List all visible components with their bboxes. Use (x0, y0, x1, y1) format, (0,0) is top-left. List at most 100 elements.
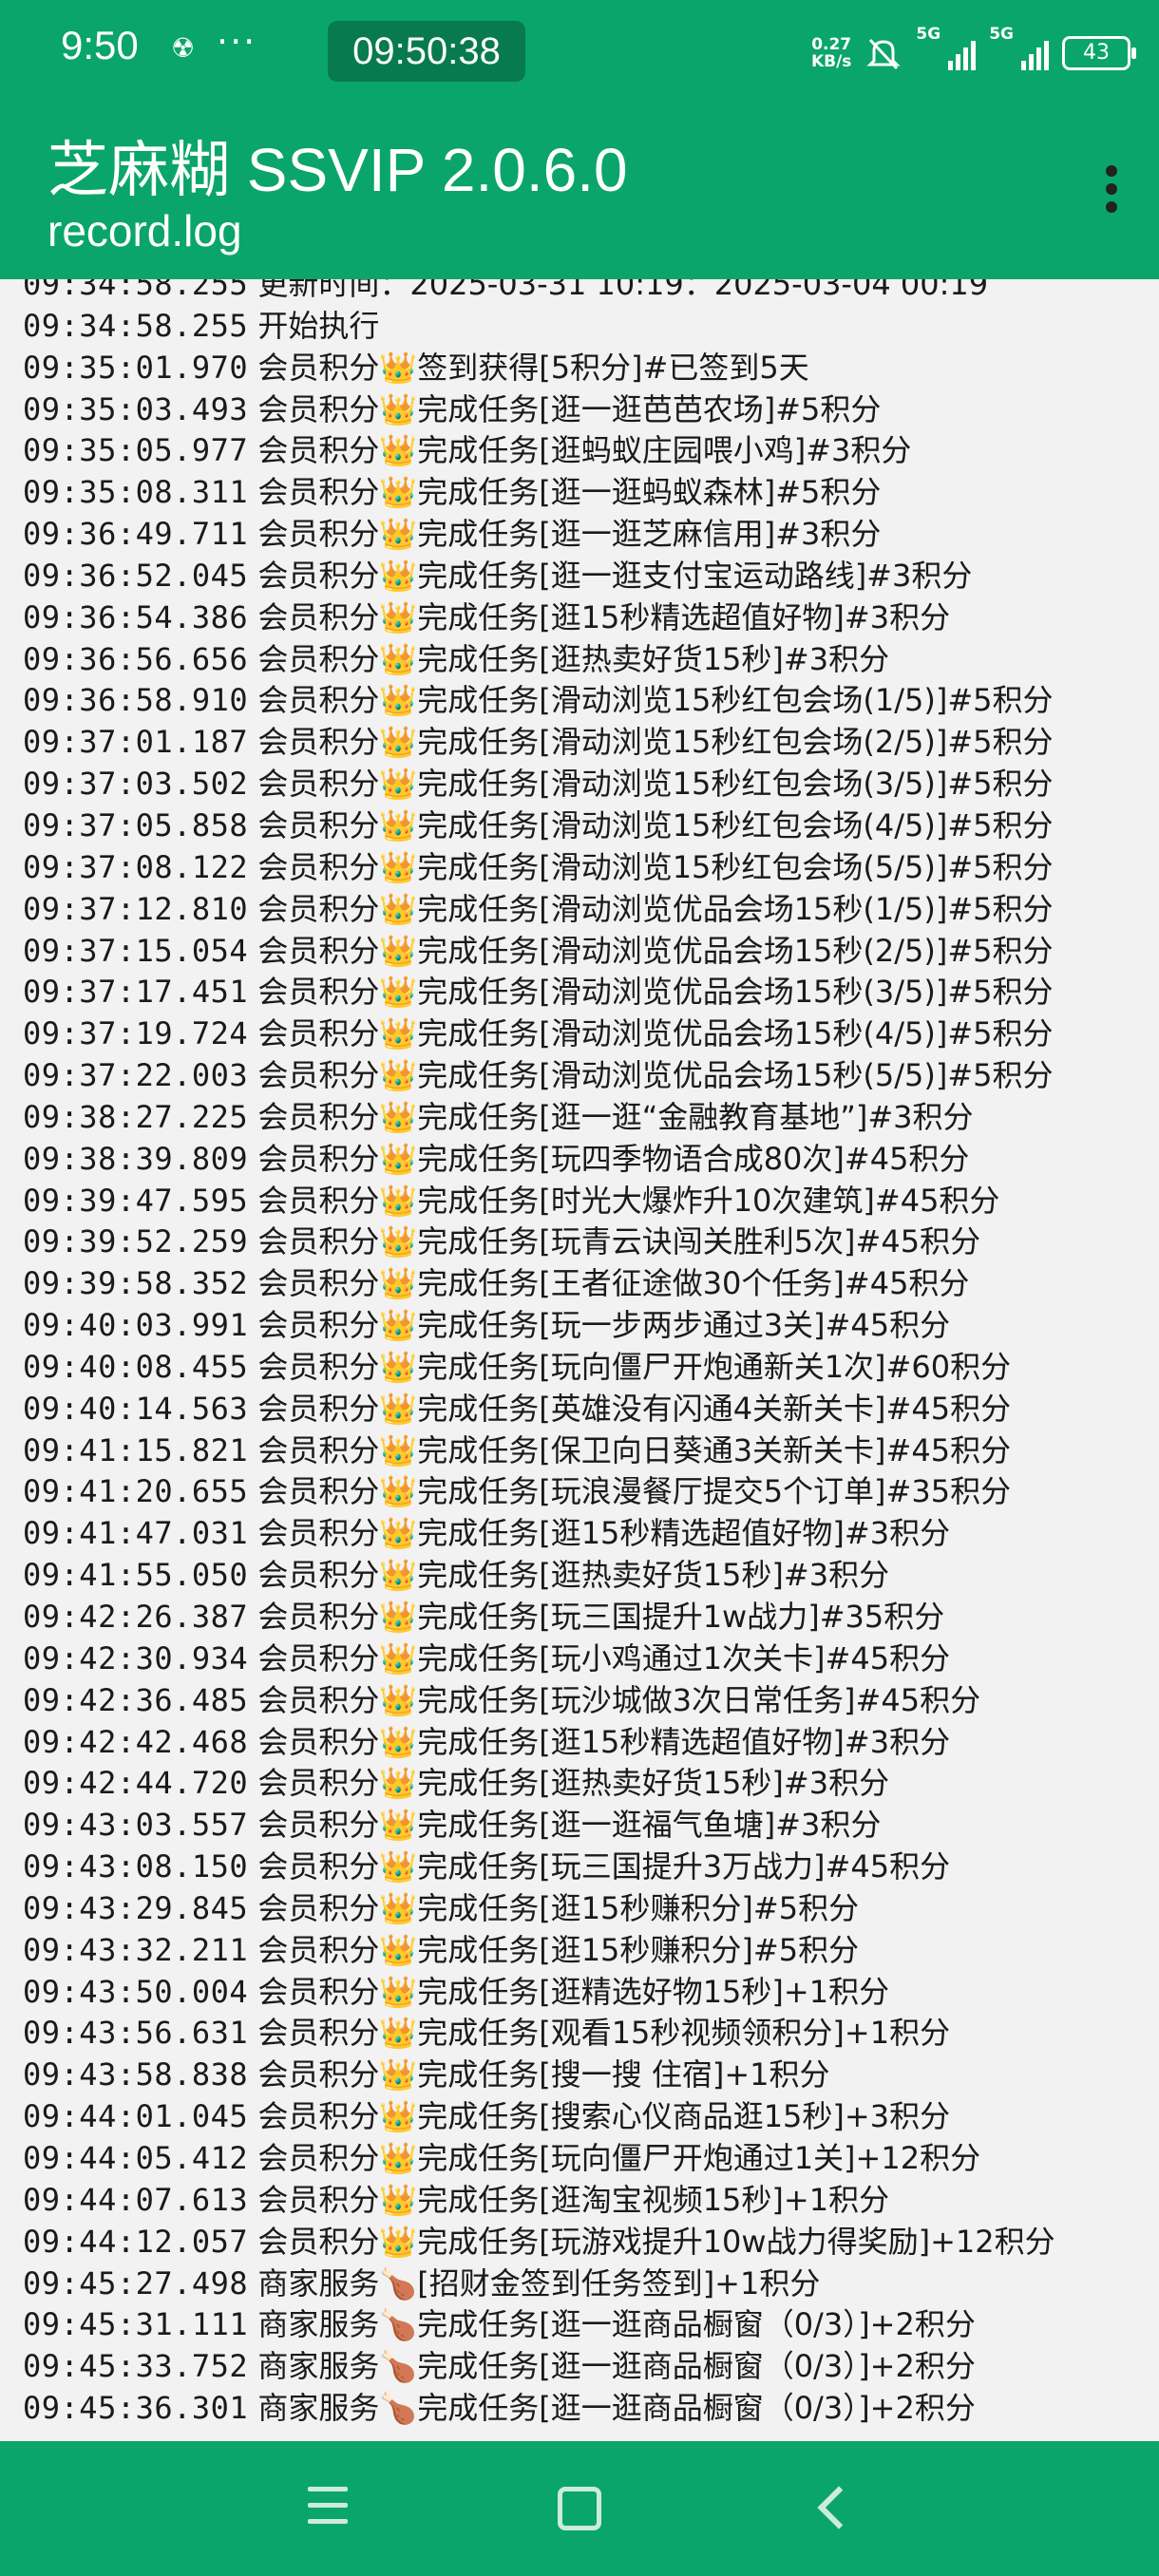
log-line: 09:39:52.259 会员积分👑完成任务[玩青云诀闯关胜利5次]#45积分 (23, 1222, 1055, 1263)
log-line: 09:45:27.498 商家服务🍗[招财金签到任务签到]+1积分 (23, 2263, 1055, 2305)
log-message: 会员积分👑完成任务[时光大爆炸升10次建筑]#45积分 (257, 1182, 1000, 1219)
log-message: 会员积分👑完成任务[逛15秒精选超值好物]#3积分 (257, 598, 951, 635)
log-line: 09:37:05.858 会员积分👑完成任务[滑动浏览15秒红包会场(4/5)]… (23, 805, 1055, 847)
battery-icon: 43 (1062, 36, 1136, 70)
log-view[interactable]: 09:34:58.255 更新时间：2025-03-31 10:19：2025-… (0, 279, 1159, 2441)
log-line: 09:36:56.656 会员积分👑完成任务[逛热卖好货15秒]#3积分 (23, 639, 1055, 681)
log-timestamp: 09:43:03.557 (23, 1807, 249, 1844)
log-message: 会员积分👑完成任务[滑动浏览15秒红包会场(1/5)]#5积分 (257, 682, 1054, 719)
log-list: 09:34:58.255 更新时间：2025-03-31 10:19：2025-… (23, 279, 1055, 2430)
log-message: 商家服务🍗完成任务[逛一逛商品橱窗（0/3）]+2积分 (257, 2390, 976, 2427)
log-line: 09:44:12.057 会员积分👑完成任务[玩游戏提升10w战力得奖励]+12… (23, 2222, 1055, 2263)
log-timestamp: 09:41:47.031 (23, 1515, 249, 1552)
log-timestamp: 09:34:58.255 (23, 307, 249, 344)
log-message: 会员积分👑完成任务[玩三国提升1w战力]#35积分 (257, 1599, 945, 1635)
log-timestamp: 09:45:31.111 (23, 2306, 249, 2343)
log-timestamp: 09:41:20.655 (23, 1473, 249, 1510)
log-message: 会员积分👑完成任务[逛热卖好货15秒]#3积分 (257, 640, 890, 677)
log-timestamp: 09:42:36.485 (23, 1681, 249, 1718)
log-line: 09:37:03.502 会员积分👑完成任务[滑动浏览15秒红包会场(3/5)]… (23, 764, 1055, 805)
log-timestamp: 09:42:42.468 (23, 1723, 249, 1760)
log-timestamp: 09:43:32.211 (23, 1931, 249, 1968)
log-timestamp: 09:34:58.255 (23, 279, 249, 302)
log-line: 09:39:58.352 会员积分👑完成任务[王者征途做30个任务]#45积分 (23, 1263, 1055, 1305)
log-timestamp: 09:38:39.809 (23, 1140, 249, 1177)
log-message: 会员积分👑完成任务[逛15秒精选超值好物]#3积分 (257, 1723, 951, 1760)
log-timestamp: 09:42:26.387 (23, 1599, 249, 1635)
log-timestamp: 09:37:05.858 (23, 806, 249, 843)
log-line: 09:37:19.724 会员积分👑完成任务[滑动浏览优品会场15秒(4/5)]… (23, 1013, 1055, 1055)
log-message: 开始执行 (257, 307, 380, 344)
status-bar: 9:50 ☢ ··· 09:50:38 0.27 KB/s 5G 5G 43 (0, 0, 1159, 103)
log-timestamp: 09:43:58.838 (23, 2056, 249, 2093)
log-message: 会员积分👑完成任务[逛15秒赚积分]#5积分 (257, 1931, 860, 1968)
log-line: 09:34:58.255 更新时间：2025-03-31 10:19：2025-… (23, 279, 1055, 306)
log-message: 会员积分👑完成任务[逛一逛蚂蚁森林]#5积分 (257, 474, 882, 511)
log-line: 09:42:30.934 会员积分👑完成任务[玩小鸡通过1次关卡]#45积分 (23, 1638, 1055, 1680)
recents-icon[interactable] (294, 2475, 361, 2542)
log-line: 09:38:39.809 会员积分👑完成任务[玩四季物语合成80次]#45积分 (23, 1139, 1055, 1181)
log-line: 09:36:49.711 会员积分👑完成任务[逛一逛芝麻信用]#3积分 (23, 514, 1055, 556)
log-line: 09:39:47.595 会员积分👑完成任务[时光大爆炸升10次建筑]#45积分 (23, 1181, 1055, 1222)
log-line: 09:43:32.211 会员积分👑完成任务[逛15秒赚积分]#5积分 (23, 1930, 1055, 1972)
log-message: 更新时间：2025-03-31 10:19：2025-03-04 00:19 (257, 279, 989, 302)
log-timestamp: 09:35:08.311 (23, 474, 249, 511)
log-timestamp: 09:44:05.412 (23, 2139, 249, 2176)
log-timestamp: 09:44:07.613 (23, 2181, 249, 2218)
log-timestamp: 09:36:54.386 (23, 598, 249, 635)
log-message: 会员积分👑完成任务[滑动浏览15秒红包会场(3/5)]#5积分 (257, 766, 1054, 803)
log-message: 会员积分👑完成任务[搜一搜 住宿]+1积分 (257, 2056, 830, 2093)
log-line: 09:40:03.991 会员积分👑完成任务[玩一步两步通过3关]#45积分 (23, 1305, 1055, 1347)
log-message: 会员积分👑完成任务[玩沙城做3次日常任务]#45积分 (257, 1681, 981, 1718)
log-message: 商家服务🍗完成任务[逛一逛商品橱窗（0/3）]+2积分 (257, 2306, 976, 2343)
navigation-bar (0, 2441, 1159, 2576)
log-message: 会员积分👑完成任务[逛15秒赚积分]#5积分 (257, 1889, 860, 1926)
log-line: 09:37:17.451 会员积分👑完成任务[滑动浏览优品会场15秒(3/5)]… (23, 972, 1055, 1013)
log-message: 会员积分👑完成任务[观看15秒视频领积分]+1积分 (257, 2015, 951, 2052)
log-message: 会员积分👑完成任务[玩向僵尸开炮通过1关]+12积分 (257, 2139, 981, 2176)
log-timestamp: 09:37:22.003 (23, 1057, 249, 1094)
log-message: 会员积分👑完成任务[搜索心仪商品逛15秒]+3积分 (257, 2098, 951, 2135)
more-options-icon[interactable] (1092, 165, 1130, 222)
log-timestamp: 09:45:36.301 (23, 2390, 249, 2427)
file-name: record.log (48, 206, 242, 256)
status-icons: 0.27 KB/s 5G 5G 43 (811, 25, 1136, 82)
log-line: 09:40:08.455 会员积分👑完成任务[玩向僵尸开炮通新关1次]#60积分 (23, 1347, 1055, 1389)
log-line: 09:44:01.045 会员积分👑完成任务[搜索心仪商品逛15秒]+3积分 (23, 2096, 1055, 2138)
log-line: 09:36:52.045 会员积分👑完成任务[逛一逛支付宝运动路线]#3积分 (23, 556, 1055, 597)
log-line: 09:35:08.311 会员积分👑完成任务[逛一逛蚂蚁森林]#5积分 (23, 472, 1055, 514)
log-message: 会员积分👑完成任务[滑动浏览优品会场15秒(3/5)]#5积分 (257, 974, 1054, 1011)
log-line: 09:43:56.631 会员积分👑完成任务[观看15秒视频领积分]+1积分 (23, 2013, 1055, 2055)
log-message: 会员积分👑完成任务[英雄没有闪通4关新关卡]#45积分 (257, 1390, 1012, 1427)
app-title: 芝麻糊 SSVIP 2.0.6.0 (48, 136, 628, 204)
log-message: 会员积分👑完成任务[玩游戏提升10w战力得奖励]+12积分 (257, 2223, 1055, 2260)
log-timestamp: 09:39:58.352 (23, 1265, 249, 1302)
log-timestamp: 09:41:55.050 (23, 1557, 249, 1594)
log-line: 09:42:42.468 会员积分👑完成任务[逛15秒精选超值好物]#3积分 (23, 1722, 1055, 1764)
log-message: 商家服务🍗[招财金签到任务签到]+1积分 (257, 2264, 821, 2301)
log-message: 会员积分👑完成任务[滑动浏览优品会场15秒(2/5)]#5积分 (257, 932, 1054, 969)
log-timestamp: 09:44:12.057 (23, 2223, 249, 2260)
log-message: 会员积分👑完成任务[玩向僵尸开炮通新关1次]#60积分 (257, 1348, 1012, 1385)
log-line: 09:40:14.563 会员积分👑完成任务[英雄没有闪通4关新关卡]#45积分 (23, 1389, 1055, 1430)
log-line: 09:34:58.255 开始执行 (23, 306, 1055, 348)
log-timestamp: 09:40:08.455 (23, 1348, 249, 1385)
log-timestamp: 09:37:08.122 (23, 848, 249, 885)
back-icon[interactable] (803, 2475, 869, 2542)
log-line: 09:36:54.386 会员积分👑完成任务[逛15秒精选超值好物]#3积分 (23, 597, 1055, 639)
log-message: 会员积分👑完成任务[玩浪漫餐厅提交5个订单]#35积分 (257, 1473, 1012, 1510)
log-message: 会员积分👑完成任务[逛热卖好货15秒]#3积分 (257, 1557, 890, 1594)
log-timestamp: 09:39:52.259 (23, 1223, 249, 1260)
log-timestamp: 09:45:27.498 (23, 2264, 249, 2301)
log-timestamp: 09:41:15.821 (23, 1431, 249, 1468)
log-timestamp: 09:45:33.752 (23, 2348, 249, 2385)
log-message: 会员积分👑完成任务[玩四季物语合成80次]#45积分 (257, 1140, 970, 1177)
status-time: 9:50 (61, 23, 139, 67)
log-message: 会员积分👑完成任务[玩一步两步通过3关]#45积分 (257, 1307, 951, 1344)
log-line: 09:35:03.493 会员积分👑完成任务[逛一逛芭芭农场]#5积分 (23, 389, 1055, 431)
log-line: 09:42:36.485 会员积分👑完成任务[玩沙城做3次日常任务]#45积分 (23, 1680, 1055, 1722)
home-icon[interactable] (546, 2475, 613, 2542)
log-message: 会员积分👑完成任务[逛一逛芝麻信用]#3积分 (257, 516, 882, 553)
log-message: 商家服务🍗完成任务[逛一逛商品橱窗（0/3）]+2积分 (257, 2348, 976, 2385)
log-message: 会员积分👑完成任务[逛精选好物15秒]+1积分 (257, 1973, 890, 2010)
